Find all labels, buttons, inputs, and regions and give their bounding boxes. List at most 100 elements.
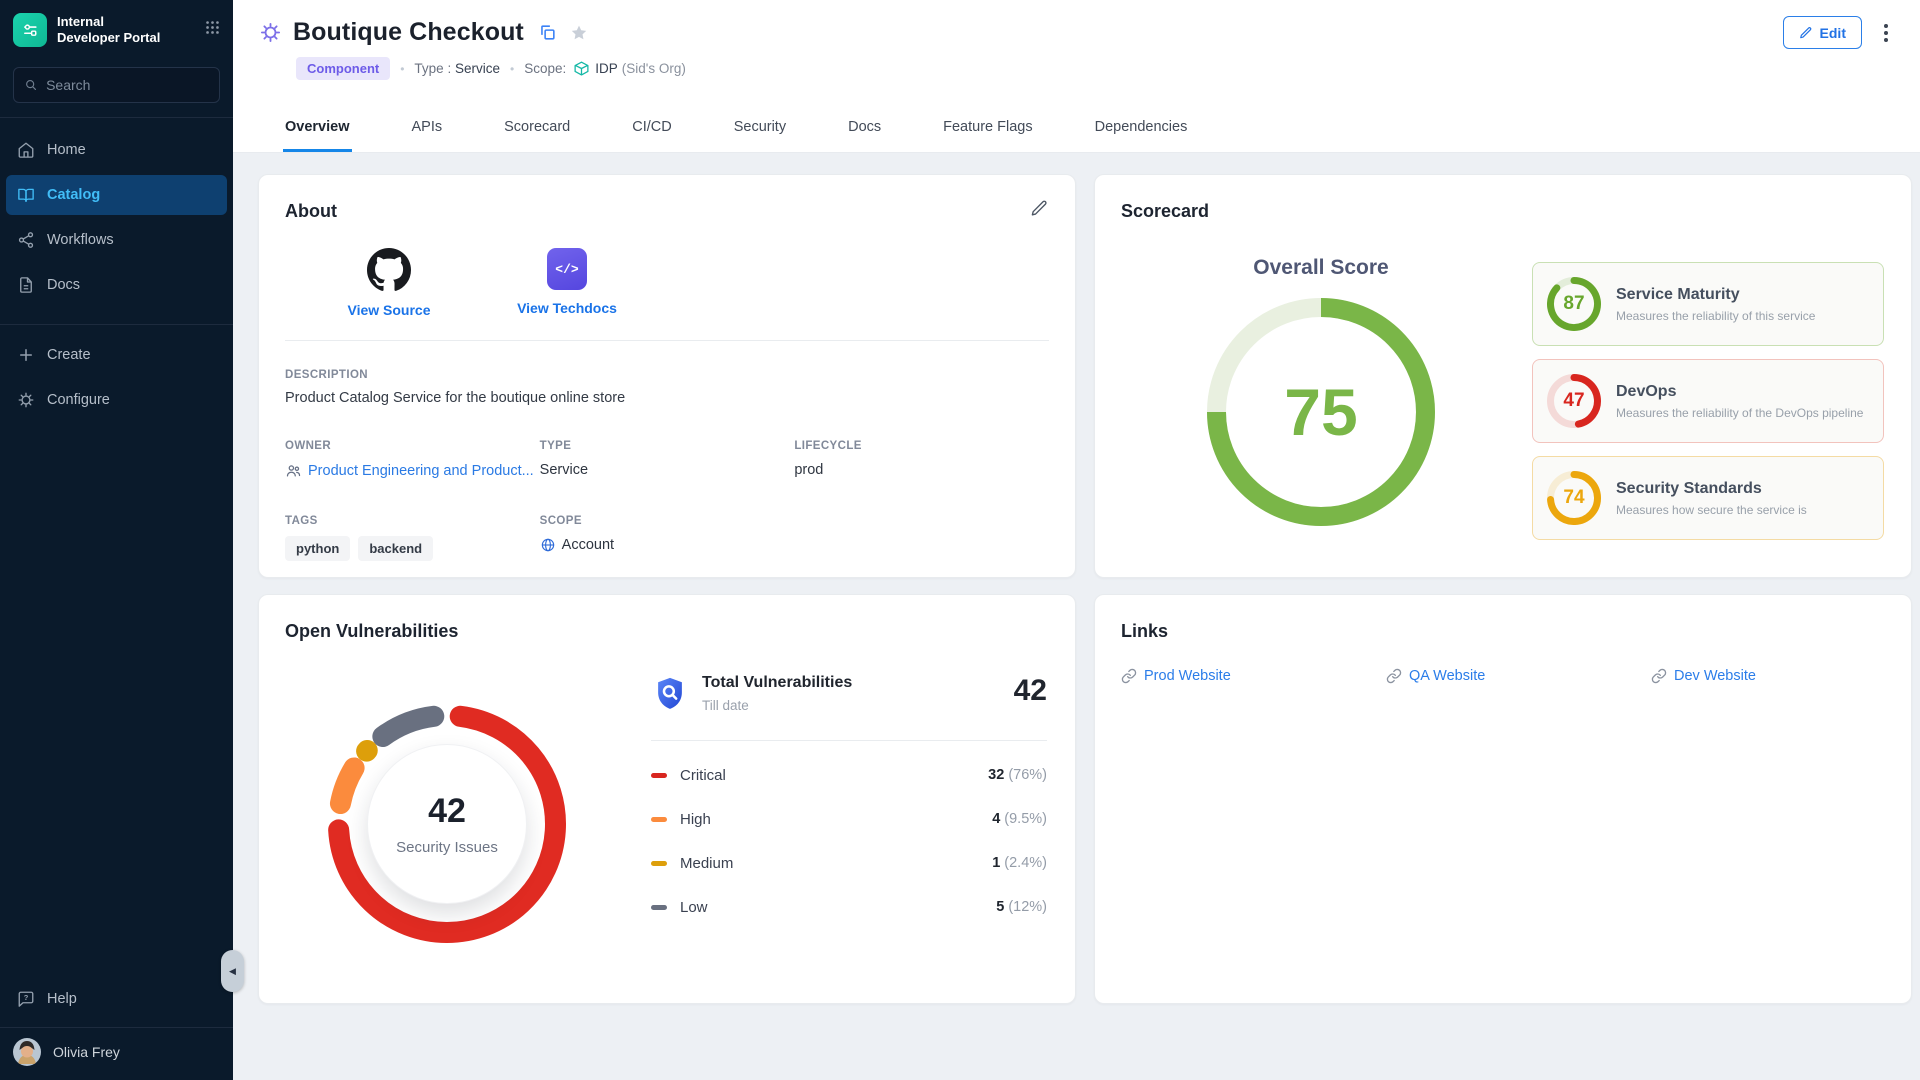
sidebar-item-workflows[interactable]: Workflows <box>6 220 227 260</box>
avatar <box>13 1038 41 1066</box>
tab-cicd[interactable]: CI/CD <box>630 119 673 152</box>
tab-scorecard[interactable]: Scorecard <box>502 119 572 152</box>
edit-about-pencil-icon[interactable] <box>1030 199 1049 218</box>
legend-row-low: Low 5 (12%) <box>651 885 1047 929</box>
description-text: Product Catalog Service for the boutique… <box>285 390 1049 406</box>
view-techdocs-link[interactable]: </> View Techdocs <box>503 248 631 318</box>
pencil-icon <box>1799 26 1813 40</box>
edit-button[interactable]: Edit <box>1783 16 1862 49</box>
description-label: DESCRIPTION <box>285 369 1049 381</box>
entity-header: Boutique Checkout Edit Component • Type <box>233 0 1920 153</box>
qa-website-link[interactable]: QA Website <box>1386 668 1651 684</box>
sidebar-collapse-handle[interactable]: ◀ <box>221 950 244 992</box>
file-text-icon <box>17 276 35 294</box>
apps-waffle-icon[interactable] <box>204 19 221 41</box>
total-vulnerabilities-row: Total Vulnerabilities Till date 42 <box>651 674 1047 714</box>
sidebar: Internal Developer Portal Home <box>0 0 233 1080</box>
overall-score-value: 75 <box>1284 374 1357 450</box>
scorecard-card: Scorecard Overall Score 75 87 <box>1094 174 1912 578</box>
plus-icon <box>17 346 35 364</box>
about-card: About View Source </> View Techdocs D <box>258 174 1076 578</box>
sidebar-nav: Home Catalog Workflows Docs <box>0 130 233 310</box>
sidebar-item-docs[interactable]: Docs <box>6 265 227 305</box>
tab-apis[interactable]: APIs <box>410 119 445 152</box>
shield-scan-icon <box>651 674 689 714</box>
tab-dependencies[interactable]: Dependencies <box>1093 119 1190 152</box>
sidebar-item-home[interactable]: Home <box>6 130 227 170</box>
overview-cards: About View Source </> View Techdocs D <box>233 153 1920 1004</box>
sidebar-item-create[interactable]: Create <box>6 335 227 375</box>
gear-icon <box>17 391 35 409</box>
tag-chip[interactable]: backend <box>358 536 433 561</box>
about-divider <box>285 340 1049 341</box>
link-icon <box>1386 668 1402 684</box>
star-icon[interactable] <box>570 24 588 42</box>
search-icon <box>24 77 38 93</box>
legend-row-critical: Critical 32 (76%) <box>651 753 1047 797</box>
sidebar-divider <box>0 324 233 325</box>
github-icon <box>367 248 411 292</box>
workflow-icon <box>17 231 35 249</box>
scope-cube-icon <box>573 60 590 77</box>
about-title: About <box>285 201 1049 222</box>
overall-score-donut: 75 <box>1207 298 1435 526</box>
user-menu[interactable]: Olivia Frey <box>0 1028 233 1066</box>
critical-swatch <box>651 773 667 778</box>
entity-tabs: Overview APIs Scorecard CI/CD Security D… <box>283 119 1189 152</box>
entity-meta: Component • Type : Service • Scope: IDP … <box>296 57 1920 80</box>
book-open-icon <box>17 186 35 204</box>
tab-docs[interactable]: Docs <box>846 119 883 152</box>
owner-link[interactable]: Product Engineering and Product... <box>308 463 534 479</box>
vulnerabilities-donut: 42 Security Issues <box>327 704 567 944</box>
sidebar-item-help[interactable]: ? Help <box>0 979 233 1019</box>
owner-field: OWNER Product Engineering and Product... <box>285 440 540 479</box>
more-options-kebab-icon[interactable] <box>1884 24 1888 42</box>
tab-overview[interactable]: Overview <box>283 119 352 152</box>
prod-website-link[interactable]: Prod Website <box>1121 668 1386 684</box>
link-icon <box>1651 668 1667 684</box>
app-logo-row: Internal Developer Portal <box>0 0 233 57</box>
sidebar-item-catalog[interactable]: Catalog <box>6 175 227 215</box>
low-swatch <box>651 905 667 910</box>
search-input[interactable] <box>46 77 209 93</box>
link-icon <box>1121 668 1137 684</box>
tags-field: TAGS python backend <box>285 515 540 561</box>
security-issues-count: 42 <box>428 792 466 831</box>
copy-icon[interactable] <box>538 23 557 42</box>
security-issues-label: Security Issues <box>396 839 498 856</box>
vulnerabilities-title: Open Vulnerabilities <box>285 621 1049 642</box>
scorecard-title: Scorecard <box>1121 201 1885 222</box>
sidebar-item-configure[interactable]: Configure <box>6 380 227 420</box>
check-card-service-maturity: 87 Service Maturity Measures the reliabi… <box>1532 262 1884 346</box>
vulnerabilities-card: Open Vulnerabilities 42 Security Issues <box>258 594 1076 1004</box>
svg-text:?: ? <box>24 993 29 1002</box>
scope-field: SCOPE Account <box>540 515 795 561</box>
sidebar-search[interactable] <box>13 67 220 103</box>
total-vulnerabilities-value: 42 <box>1014 674 1047 707</box>
tab-feature-flags[interactable]: Feature Flags <box>941 119 1034 152</box>
medium-swatch <box>651 861 667 866</box>
sliders-logo-icon <box>19 19 41 41</box>
team-icon <box>285 462 302 479</box>
type-field: TYPE Service <box>540 440 795 479</box>
check-card-devops: 47 DevOps Measures the reliability of th… <box>1532 359 1884 443</box>
entity-kind-badge: Component <box>296 57 390 80</box>
tab-security[interactable]: Security <box>732 119 788 152</box>
dev-website-link[interactable]: Dev Website <box>1651 668 1916 684</box>
account-globe-icon <box>540 537 556 553</box>
home-icon <box>17 141 35 159</box>
page-title: Boutique Checkout <box>293 18 524 47</box>
user-name: Olivia Frey <box>53 1044 120 1060</box>
sidebar-divider <box>0 117 233 118</box>
view-source-link[interactable]: View Source <box>325 248 453 318</box>
severity-legend: Critical 32 (76%) High 4 (9.5%) Me <box>651 753 1047 929</box>
tag-chip[interactable]: python <box>285 536 350 561</box>
sidebar-bottom: ? Help Olivia Frey <box>0 979 233 1080</box>
links-title: Links <box>1121 621 1885 642</box>
devops-ring: 47 <box>1547 374 1601 428</box>
help-chat-icon: ? <box>17 990 35 1008</box>
stats-divider <box>651 740 1047 741</box>
high-swatch <box>651 817 667 822</box>
check-card-security-standards: 74 Security Standards Measures how secur… <box>1532 456 1884 540</box>
lifecycle-field: LIFECYCLE prod <box>794 440 1049 479</box>
